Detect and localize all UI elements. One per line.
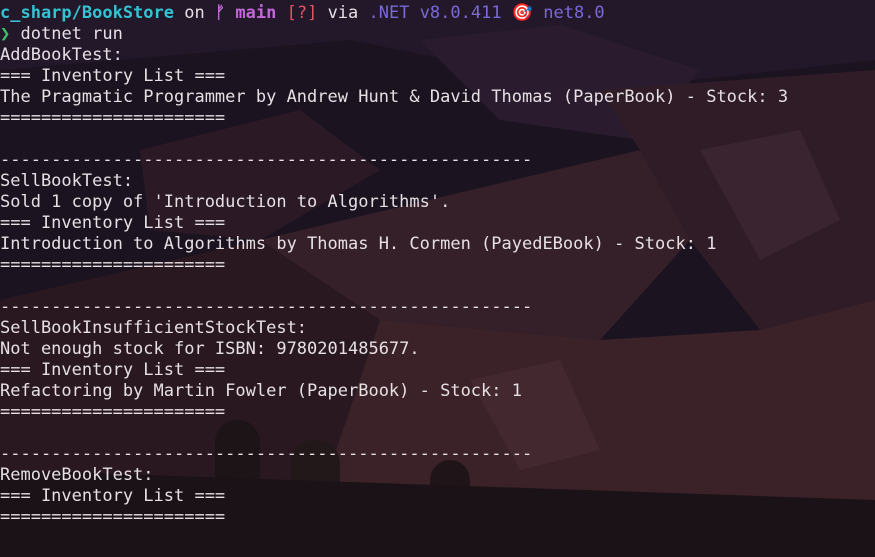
- output-line: Sold 1 copy of 'Introduction to Algorith…: [0, 192, 451, 212]
- output-line: ======================: [0, 255, 226, 275]
- prompt-branch: main: [235, 3, 277, 23]
- output-line: SellBookTest:: [0, 171, 134, 191]
- prompt-dotnet-version: .NET v8.0.411: [368, 3, 502, 23]
- output-line: === Inventory List ===: [0, 360, 226, 380]
- output-line: === Inventory List ===: [0, 486, 226, 506]
- git-branch-icon: ᚠ: [214, 3, 226, 23]
- prompt-on: on: [174, 3, 215, 23]
- output-line: Introduction to Algorithms by Thomas H. …: [0, 234, 717, 254]
- output-line: ----------------------------------------…: [0, 150, 533, 170]
- output-line: ======================: [0, 108, 226, 128]
- terminal-output: c_sharp/BookStore on ᚠ main [?] via .NET…: [0, 3, 875, 528]
- prompt-git-status: [?]: [286, 3, 318, 23]
- output-line: === Inventory List ===: [0, 66, 226, 86]
- output-line: Not enough stock for ISBN: 9780201485677…: [0, 339, 420, 359]
- output-line: RemoveBookTest:: [0, 465, 154, 485]
- prompt-target-framework: net8.0: [543, 3, 605, 23]
- command-line: ❯ dotnet run: [0, 24, 875, 45]
- output-line: Refactoring by Martin Fowler (PaperBook)…: [0, 381, 522, 401]
- prompt-path: c_sharp/BookStore: [0, 3, 174, 23]
- output-line: ----------------------------------------…: [0, 297, 533, 317]
- output-line: ======================: [0, 507, 226, 527]
- target-icon: 🎯: [511, 3, 533, 23]
- output-line: ----------------------------------------…: [0, 444, 533, 464]
- command-text: dotnet run: [20, 24, 123, 44]
- output-line: ======================: [0, 402, 226, 422]
- shell-prompt-line: c_sharp/BookStore on ᚠ main [?] via .NET…: [0, 3, 875, 24]
- prompt-via: via: [317, 3, 369, 23]
- output-line: AddBookTest:: [0, 45, 123, 65]
- prompt-symbol-icon: ❯: [0, 24, 11, 44]
- output-line: SellBookInsufficientStockTest:: [0, 318, 308, 338]
- output-line: === Inventory List ===: [0, 213, 226, 233]
- output-line: The Pragmatic Programmer by Andrew Hunt …: [0, 87, 789, 107]
